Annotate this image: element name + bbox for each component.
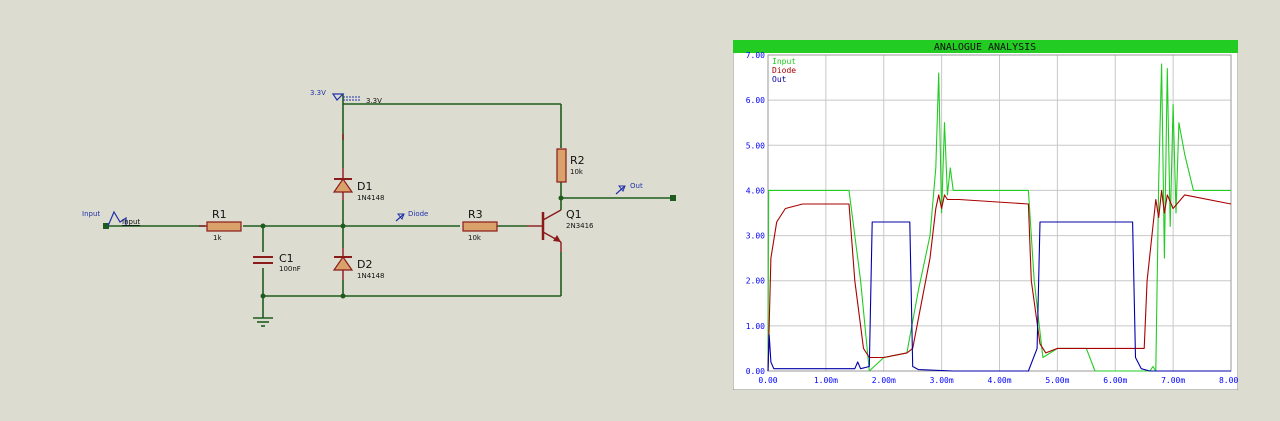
r3-ref: R3 — [468, 208, 483, 221]
d1-ref: D1 — [357, 180, 372, 193]
circuit-schematic: R1 1k R3 10k R2 10k C1 100nF D1 1N4148 D… — [82, 89, 676, 327]
diode-probe-label: Diode — [408, 210, 428, 218]
y-tick-label: 5.00 — [746, 141, 765, 150]
y-tick-label: 0.00 — [746, 367, 765, 376]
x-tick-label: 8.00m — [1219, 376, 1238, 385]
analogue-analysis-graph[interactable]: ANALOGUE ANALYSIS 0.00 1.00m 2.00m 3.00m 4.0… — [733, 40, 1238, 390]
supply-terminal[interactable]: 3.3V 3.3V — [310, 89, 382, 105]
x-tick-label: 0.00 — [758, 376, 777, 385]
q1-ref: Q1 — [566, 208, 582, 221]
y-tick-label: 2.00 — [746, 277, 765, 286]
y-tick-label: 3.00 — [746, 232, 765, 241]
x-tick-label: 4.00m — [987, 376, 1011, 385]
d1-value: 1N4148 — [357, 194, 385, 202]
out-probe[interactable]: Out — [615, 182, 643, 195]
input-terminal[interactable]: Input Input — [82, 210, 140, 227]
graph-title: ANALOGUE ANALYSIS — [934, 42, 1036, 53]
legend-diode: Diode — [772, 66, 796, 75]
ground-symbol — [253, 317, 273, 327]
diode-d1[interactable]: D1 1N4148 — [332, 134, 385, 202]
y-tick-label: 7.00 — [746, 51, 765, 60]
supply-terminal-label: 3.3V — [310, 89, 326, 97]
out-probe-label: Out — [630, 182, 643, 190]
y-tick-label: 6.00 — [746, 96, 765, 105]
x-tick-label: 6.00m — [1103, 376, 1127, 385]
junction-dots — [103, 195, 676, 299]
input-net-label: Input — [122, 218, 140, 226]
r1-ref: R1 — [212, 208, 227, 221]
d2-ref: D2 — [357, 258, 372, 271]
x-tick-label: 2.00m — [872, 376, 896, 385]
diode-d2[interactable]: D2 1N4148 — [332, 248, 385, 280]
c1-value: 100nF — [279, 265, 301, 273]
diode-probe[interactable]: Diode — [395, 210, 428, 222]
resistor-r3[interactable]: R3 10k — [462, 208, 498, 242]
x-tick-label: 1.00m — [814, 376, 838, 385]
supply-net-label: 3.3V — [366, 97, 382, 105]
transistor-q1[interactable]: Q1 2N3416 — [527, 208, 594, 252]
resistor-r2[interactable]: R2 10k — [556, 148, 585, 183]
legend-input: Input — [772, 57, 796, 66]
x-tick-label: 3.00m — [930, 376, 954, 385]
r1-value: 1k — [213, 234, 222, 242]
r2-value: 10k — [570, 168, 584, 176]
y-tick-label: 1.00 — [746, 322, 765, 331]
wires — [106, 94, 673, 318]
y-tick-label: 4.00 — [746, 186, 765, 195]
x-tick-label: 7.00m — [1161, 376, 1185, 385]
q1-value: 2N3416 — [566, 222, 594, 230]
capacitor-c1[interactable]: C1 100nF — [253, 252, 301, 273]
legend-out: Out — [772, 75, 787, 84]
c1-ref: C1 — [279, 252, 294, 265]
d2-value: 1N4148 — [357, 272, 385, 280]
x-tick-label: 5.00m — [1045, 376, 1069, 385]
input-terminal-label: Input — [82, 210, 100, 218]
r2-ref: R2 — [570, 154, 585, 167]
r3-value: 10k — [468, 234, 482, 242]
resistor-r1[interactable]: R1 1k — [199, 208, 242, 242]
